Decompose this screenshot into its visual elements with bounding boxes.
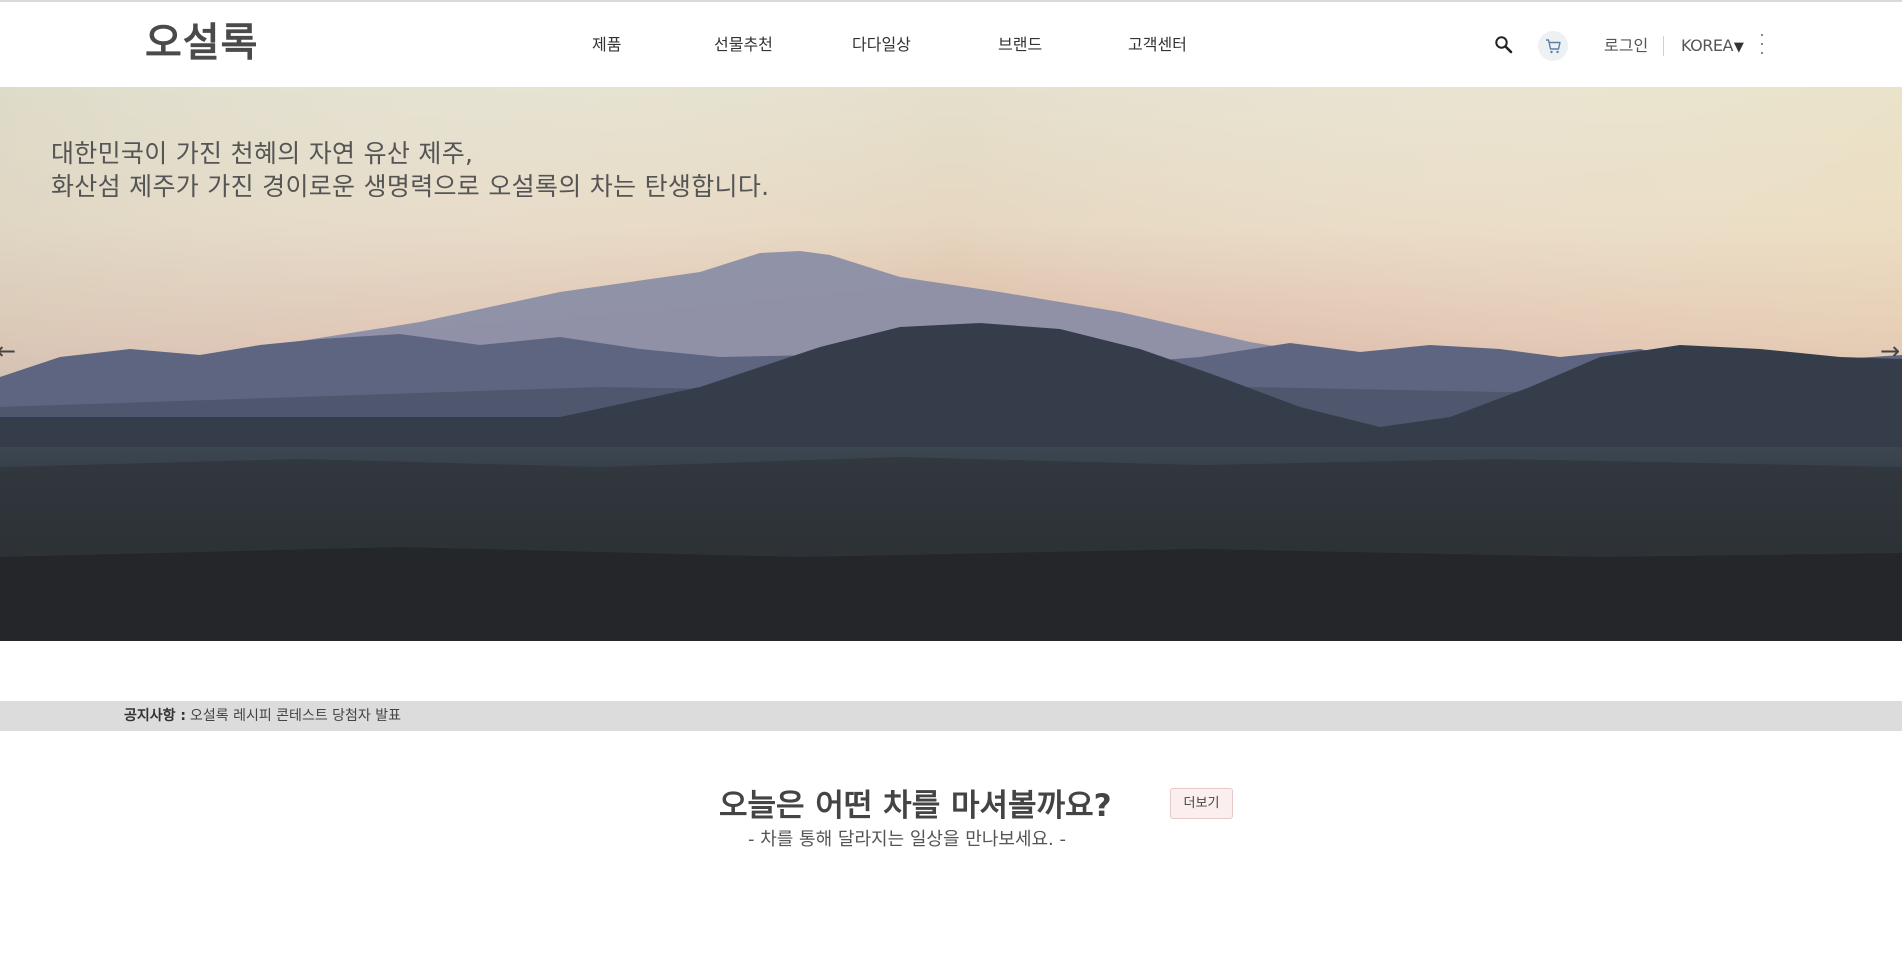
site-header: 오설록 제품 선물추천 다다일상 브랜드 고객센터 로그인 KOREA▼ bbox=[0, 2, 1902, 87]
notice-bar: 공지사항 : 오설록 레시피 콘테스트 당첨자 발표 bbox=[0, 701, 1902, 731]
header-divider bbox=[1663, 36, 1664, 56]
nav-item-products[interactable]: 제품 bbox=[592, 34, 621, 56]
more-vertical-icon[interactable] bbox=[1760, 34, 1764, 58]
arrow-left-icon[interactable]: ← bbox=[0, 339, 16, 363]
nav-item-dada-daily[interactable]: 다다일상 bbox=[852, 34, 911, 56]
hero-caption-line-2: 화산섬 제주가 가진 경이로운 생명력으로 오설록의 차는 탄생합니다. bbox=[51, 172, 770, 201]
hero-banner: 대한민국이 가진 천혜의 자연 유산 제주, 화산섬 제주가 가진 경이로운 생… bbox=[0, 87, 1902, 641]
hero-caption: 대한민국이 가진 천혜의 자연 유산 제주, 화산섬 제주가 가진 경이로운 생… bbox=[51, 137, 769, 203]
nav-item-customer-center[interactable]: 고객센터 bbox=[1128, 34, 1187, 56]
cart-icon[interactable] bbox=[1538, 31, 1568, 61]
nav-item-gift-recommend[interactable]: 선물추천 bbox=[714, 34, 773, 56]
notice-link[interactable]: 오설록 레시피 콘테스트 당첨자 발표 bbox=[190, 708, 401, 724]
section-title: 오늘은 어떤 차를 마셔볼까요? bbox=[719, 788, 1112, 824]
login-link[interactable]: 로그인 bbox=[1604, 35, 1648, 57]
section-subtitle: - 차를 통해 달라지는 일상을 만나보세요. - bbox=[748, 829, 1067, 850]
language-select[interactable]: KOREA▼ bbox=[1681, 35, 1744, 59]
notice-label: 공지사항 : bbox=[124, 708, 186, 724]
brand-logo[interactable]: 오설록 bbox=[145, 18, 258, 68]
search-icon[interactable] bbox=[1494, 35, 1514, 55]
more-button[interactable]: 더보기 bbox=[1170, 788, 1233, 819]
nav-item-brand[interactable]: 브랜드 bbox=[998, 34, 1042, 56]
arrow-right-icon[interactable]: → bbox=[1880, 339, 1900, 363]
language-label: KOREA bbox=[1681, 36, 1733, 55]
caret-down-icon: ▼ bbox=[1733, 40, 1744, 55]
hero-caption-line-1: 대한민국이 가진 천혜의 자연 유산 제주, bbox=[51, 139, 474, 168]
